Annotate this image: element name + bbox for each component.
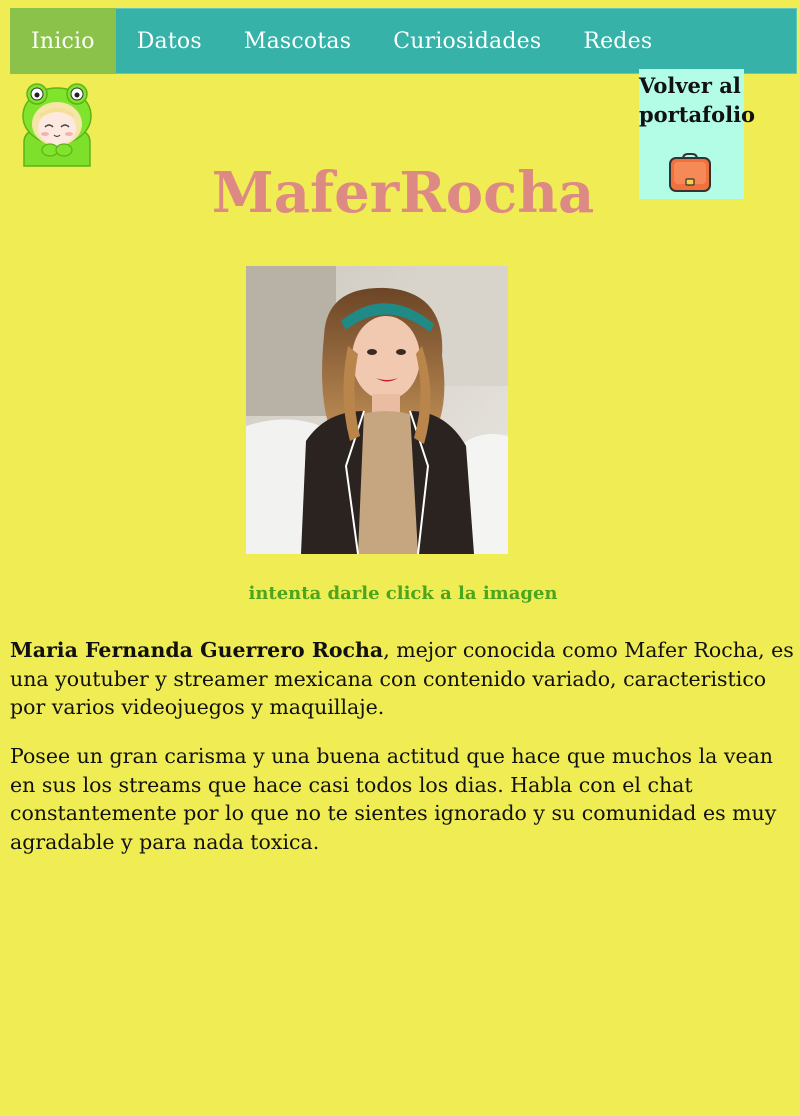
nav-item-datos[interactable]: Datos <box>116 8 223 74</box>
bio-paragraph-2: Posee un gran carisma y una buena actitu… <box>10 744 777 854</box>
profile-photo[interactable] <box>246 266 508 554</box>
main-navbar: Inicio Datos Mascotas Curiosidades Redes <box>10 8 797 74</box>
click-image-hint: intenta darle click a la imagen <box>248 583 558 604</box>
nav-item-curiosidades[interactable]: Curiosidades <box>372 8 562 74</box>
back-to-portfolio-label: Volver al portafolio <box>639 73 756 127</box>
nav-item-redes[interactable]: Redes <box>562 8 673 74</box>
frog-hood-avatar-icon <box>18 80 96 168</box>
bio-paragraph-1: Maria Fernanda Guerrero Rocha, mejor con… <box>10 636 794 722</box>
nav-item-mascotas[interactable]: Mascotas <box>223 8 372 74</box>
page-title: MaferRocha <box>211 160 595 226</box>
nav-item-inicio[interactable]: Inicio <box>10 8 116 74</box>
full-name: Maria Fernanda Guerrero Rocha <box>10 638 384 662</box>
